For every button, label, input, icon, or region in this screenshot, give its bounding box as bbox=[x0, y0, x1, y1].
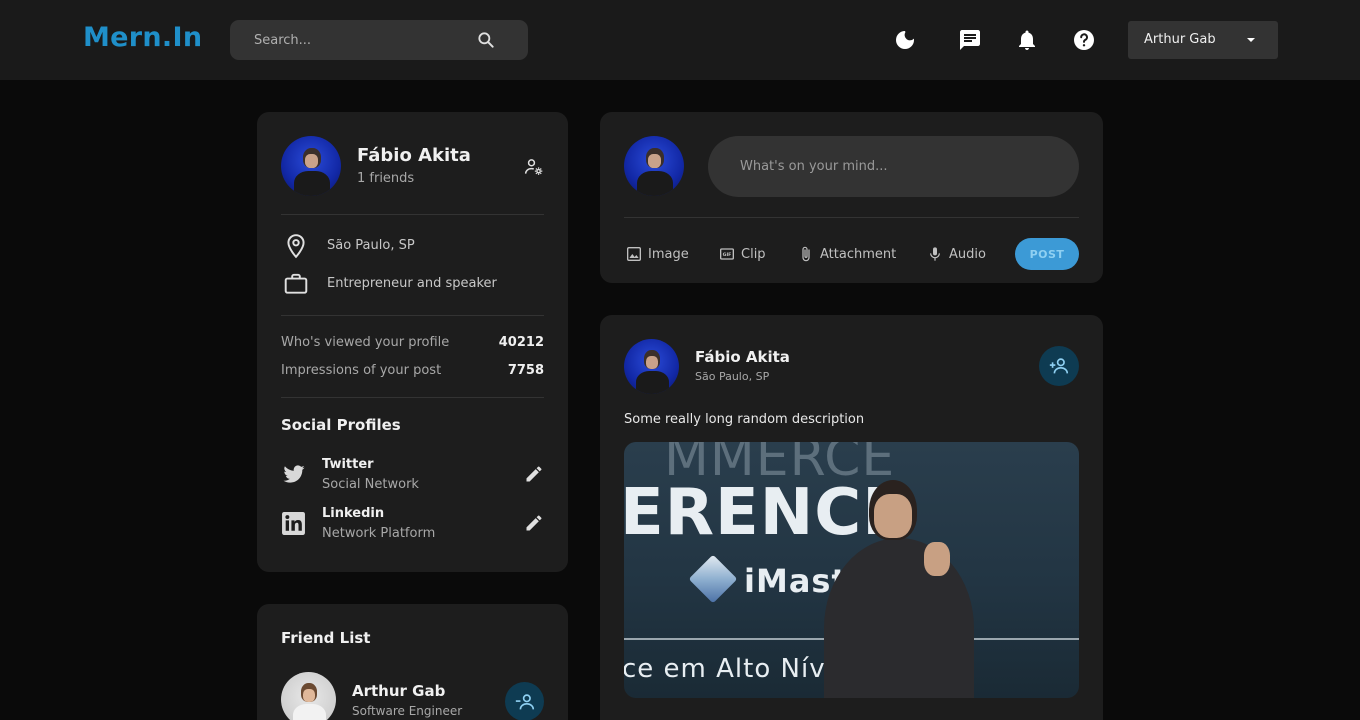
composer-image-button[interactable]: Image bbox=[626, 244, 689, 264]
navbar: Mern.In Arthur Gab bbox=[0, 0, 1360, 80]
profile-friends-count: 1 friends bbox=[357, 171, 415, 186]
person-add-icon bbox=[1049, 358, 1069, 374]
social-profiles-title: Social Profiles bbox=[281, 416, 401, 434]
edit-linkedin-icon[interactable] bbox=[524, 513, 544, 533]
stat-value-impressions: 7758 bbox=[507, 363, 544, 378]
profile-avatar[interactable] bbox=[281, 136, 341, 196]
app-logo[interactable]: Mern.In bbox=[83, 22, 202, 53]
post-composer bbox=[708, 136, 1079, 197]
briefcase-icon bbox=[284, 273, 308, 294]
post-description: Some really long random description bbox=[624, 412, 865, 427]
search-input[interactable] bbox=[230, 20, 470, 60]
stat-label-impressions: Impressions of your post bbox=[281, 363, 442, 378]
search-icon[interactable] bbox=[476, 30, 496, 50]
post-author-avatar[interactable] bbox=[624, 339, 679, 394]
stat-label-profile-views: Who's viewed your profile bbox=[281, 335, 450, 350]
post-author-location: São Paulo, SP bbox=[695, 370, 770, 383]
user-select-label: Arthur Gab bbox=[1144, 32, 1216, 47]
post-composer-input[interactable] bbox=[708, 136, 1079, 197]
social-type-linkedin: Network Platform bbox=[322, 526, 436, 541]
social-name-linkedin[interactable]: Linkedin bbox=[322, 506, 384, 521]
twitter-icon bbox=[283, 465, 305, 483]
divider bbox=[281, 315, 544, 316]
stat-value-profile-views: 40212 bbox=[498, 335, 544, 350]
post-image[interactable]: MMERCE ERENCE iMast ce em Alto Nív bbox=[624, 442, 1079, 698]
composer-image-label: Image bbox=[648, 246, 689, 262]
linkedin-icon bbox=[282, 512, 305, 535]
manage-account-icon[interactable] bbox=[524, 157, 544, 177]
user-select-dropdown[interactable]: Arthur Gab bbox=[1128, 21, 1278, 59]
message-icon[interactable] bbox=[958, 28, 982, 52]
divider bbox=[281, 214, 544, 215]
gif-icon: GIF bbox=[720, 248, 734, 260]
remove-friend-button[interactable] bbox=[505, 682, 544, 720]
divider bbox=[281, 397, 544, 398]
svg-text:GIF: GIF bbox=[723, 252, 732, 258]
friend-name[interactable]: Arthur Gab bbox=[352, 682, 445, 700]
divider bbox=[624, 217, 1079, 218]
composer-audio-button[interactable]: Audio bbox=[927, 244, 986, 264]
friend-avatar[interactable] bbox=[281, 672, 336, 720]
composer-clip-button[interactable]: GIF Clip bbox=[719, 244, 766, 264]
post-author-name[interactable]: Fábio Akita bbox=[695, 348, 790, 366]
composer-clip-label: Clip bbox=[741, 246, 766, 262]
search-bar bbox=[230, 20, 528, 60]
help-icon[interactable] bbox=[1072, 28, 1096, 52]
friend-list-title: Friend List bbox=[281, 629, 371, 647]
profile-name[interactable]: Fábio Akita bbox=[357, 145, 471, 166]
attachment-icon bbox=[802, 246, 810, 262]
dark-mode-icon[interactable] bbox=[893, 28, 917, 52]
imasters-logo bbox=[688, 554, 738, 604]
chevron-down-icon bbox=[1247, 38, 1255, 42]
location-icon bbox=[287, 234, 305, 259]
speaker-figure bbox=[824, 472, 974, 698]
profile-location: São Paulo, SP bbox=[327, 238, 415, 253]
image-icon bbox=[627, 247, 641, 261]
person-remove-icon bbox=[515, 693, 534, 709]
composer-avatar[interactable] bbox=[624, 136, 684, 196]
microphone-icon bbox=[930, 247, 940, 261]
composer-audio-label: Audio bbox=[949, 246, 986, 262]
friend-subtitle: Software Engineer bbox=[352, 704, 463, 718]
profile-occupation: Entrepreneur and speaker bbox=[327, 276, 497, 291]
composer-attachment-label: Attachment bbox=[820, 246, 897, 262]
composer-attachment-button[interactable]: Attachment bbox=[798, 244, 896, 264]
add-friend-button[interactable] bbox=[1039, 346, 1079, 386]
social-type-twitter: Social Network bbox=[322, 477, 419, 492]
social-name-twitter[interactable]: Twitter bbox=[322, 457, 374, 472]
notifications-icon[interactable] bbox=[1015, 28, 1039, 52]
post-image-text-bottom: ce em Alto Nív bbox=[624, 654, 826, 684]
edit-twitter-icon[interactable] bbox=[524, 464, 544, 484]
post-button[interactable]: POST bbox=[1015, 238, 1079, 270]
